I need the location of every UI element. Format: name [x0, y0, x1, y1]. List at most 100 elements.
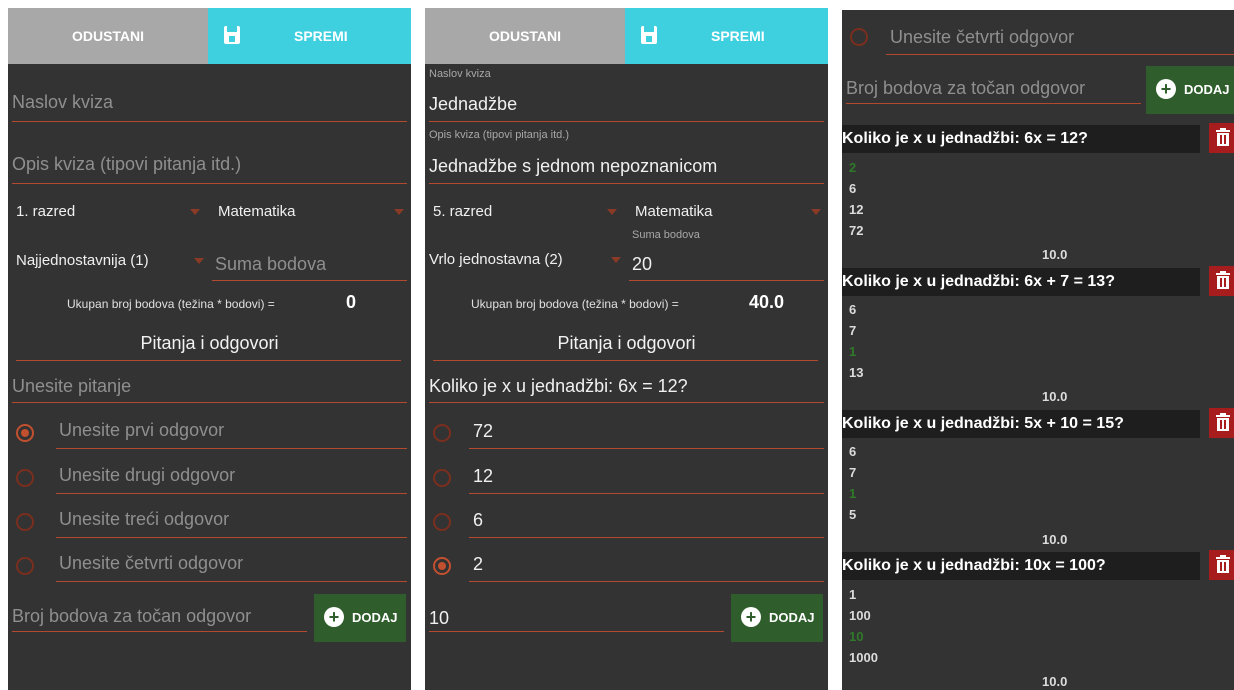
quiz-editor-question-list: Unesite četvrti odgovor Broj bodova za t… [842, 10, 1234, 690]
total-points-label: Ukupan broj bodova (težina * bodovi) = [471, 297, 679, 311]
answer-item: 100 [849, 608, 871, 623]
question-underline [429, 402, 824, 403]
answer-item: 7 [849, 465, 857, 480]
points-underline [212, 280, 407, 281]
points-sum-input[interactable]: 20 [632, 254, 652, 275]
answer-radio-4[interactable] [433, 557, 451, 575]
grade-dropdown-chevron-icon [190, 209, 200, 215]
question-points: 10.0 [1042, 532, 1068, 547]
correct-answer: 1 [849, 344, 857, 359]
answer-item: 5 [849, 507, 857, 522]
answer-radio-2[interactable] [433, 469, 451, 487]
question-input[interactable]: Unesite pitanje [12, 376, 131, 397]
grade-dropdown[interactable]: 5. razred [433, 203, 492, 220]
answer-input-4[interactable]: Unesite četvrti odgovor [59, 553, 243, 574]
points-underline [629, 280, 824, 281]
answer-radio-2[interactable] [16, 469, 34, 487]
plus-icon: + [741, 607, 761, 627]
points-sum-label: Suma bodova [632, 229, 700, 241]
section-title: Pitanja i odgovori [140, 333, 279, 353]
title-underline [12, 121, 407, 122]
delete-question-button[interactable] [1209, 266, 1234, 296]
answer-underline [469, 581, 824, 582]
delete-question-button[interactable] [1209, 550, 1234, 580]
add-question-button[interactable]: + DODAJ [1146, 66, 1234, 114]
save-button[interactable]: SPREMI [625, 8, 828, 64]
question-input[interactable]: Koliko je x u jednadžbi: 6x = 12? [429, 376, 688, 397]
correct-points-input[interactable]: 10 [429, 608, 449, 629]
answer-input-3[interactable]: 6 [473, 510, 483, 531]
subject-dropdown[interactable]: Matematika [218, 203, 296, 220]
action-bar: ODUSTANI SPREMI [425, 8, 828, 64]
correct-answer: 10 [849, 629, 864, 644]
add-question-button[interactable]: + DODAJ [731, 594, 823, 642]
answer-radio-1[interactable] [433, 424, 451, 442]
answer-input-4[interactable]: 2 [473, 554, 483, 575]
quiz-title-input[interactable]: Naslov kviza [12, 92, 113, 113]
answer-input-3[interactable]: Unesite treći odgovor [59, 509, 229, 530]
correct-points-underline [12, 631, 307, 632]
question-title: Koliko je x u jednadžbi: 5x + 10 = 15? [842, 410, 1200, 438]
subject-dropdown-chevron-icon [394, 209, 404, 215]
correct-answer: 1 [849, 486, 857, 501]
total-points-value: 0 [346, 292, 357, 312]
correct-points-input[interactable]: Broj bodova za točan odgovor [12, 606, 251, 627]
grade-dropdown-chevron-icon [607, 209, 617, 215]
correct-points-underline [429, 631, 724, 632]
save-button[interactable]: SPREMI [208, 8, 411, 64]
quiz-editor-empty: ODUSTANI SPREMI Naslov kviza Opis kviza … [8, 8, 411, 690]
difficulty-dropdown-chevron-icon [194, 258, 204, 264]
answer-radio-1[interactable] [16, 424, 34, 442]
answer-item: 13 [849, 365, 864, 380]
answer-item: 6 [849, 444, 857, 459]
correct-points-input[interactable]: Broj bodova za točan odgovor [846, 78, 1085, 99]
trash-icon [1216, 128, 1230, 146]
plus-icon: + [324, 607, 344, 627]
quiz-description-label: Opis kviza (tipovi pitanja itd.) [429, 129, 569, 141]
quiz-description-input[interactable]: Opis kviza (tipovi pitanja itd.) [12, 154, 241, 175]
answer-input-1[interactable]: Unesite prvi odgovor [59, 420, 224, 441]
answer-input-2[interactable]: 12 [473, 466, 493, 487]
cancel-button[interactable]: ODUSTANI [425, 8, 625, 64]
description-underline [429, 183, 824, 184]
correct-points-underline [846, 103, 1141, 104]
question-underline [12, 402, 407, 403]
section-divider [16, 360, 401, 361]
answer-item: 1 [849, 587, 857, 602]
points-sum-input[interactable]: Suma bodova [215, 254, 326, 275]
save-icon [222, 24, 242, 49]
title-underline [429, 121, 824, 122]
difficulty-dropdown[interactable]: Vrlo jednostavna (2) [429, 251, 563, 268]
answer-input-1[interactable]: 72 [473, 421, 493, 442]
answer-item: 6 [849, 181, 857, 196]
question-title: Koliko je x u jednadžbi: 6x + 7 = 13? [842, 268, 1200, 296]
section-title: Pitanja i odgovori [557, 333, 696, 353]
answer-radio-3[interactable] [16, 513, 34, 531]
question-title: Koliko je x u jednadžbi: 6x = 12? [842, 125, 1200, 153]
cancel-button[interactable]: ODUSTANI [8, 8, 208, 64]
answer-input-4[interactable]: Unesite četvrti odgovor [890, 27, 1074, 48]
trash-icon [1216, 555, 1230, 573]
answer-radio-3[interactable] [433, 513, 451, 531]
subject-dropdown[interactable]: Matematika [635, 203, 713, 220]
answer-radio-4[interactable] [16, 557, 34, 575]
difficulty-dropdown-chevron-icon [611, 257, 621, 263]
answer-item: 72 [849, 223, 864, 238]
difficulty-dropdown[interactable]: Najjednostavnija (1) [16, 252, 149, 269]
subject-dropdown-chevron-icon [811, 209, 821, 215]
answer-item: 12 [849, 202, 864, 217]
quiz-title-label: Naslov kviza [429, 68, 491, 80]
description-underline [12, 183, 407, 184]
answer-item: 1000 [849, 650, 878, 665]
grade-dropdown[interactable]: 1. razred [16, 203, 75, 220]
quiz-title-input[interactable]: Jednadžbe [429, 94, 517, 115]
answer-input-2[interactable]: Unesite drugi odgovor [59, 465, 235, 486]
action-bar: ODUSTANI SPREMI [8, 8, 411, 64]
add-question-button[interactable]: + DODAJ [314, 594, 406, 642]
question-points: 10.0 [1042, 247, 1068, 262]
answer-underline [469, 448, 824, 449]
quiz-description-input[interactable]: Jednadžbe s jednom nepoznanicom [429, 156, 717, 177]
answer-radio-4[interactable] [850, 28, 868, 46]
delete-question-button[interactable] [1209, 123, 1234, 153]
delete-question-button[interactable] [1209, 408, 1234, 438]
